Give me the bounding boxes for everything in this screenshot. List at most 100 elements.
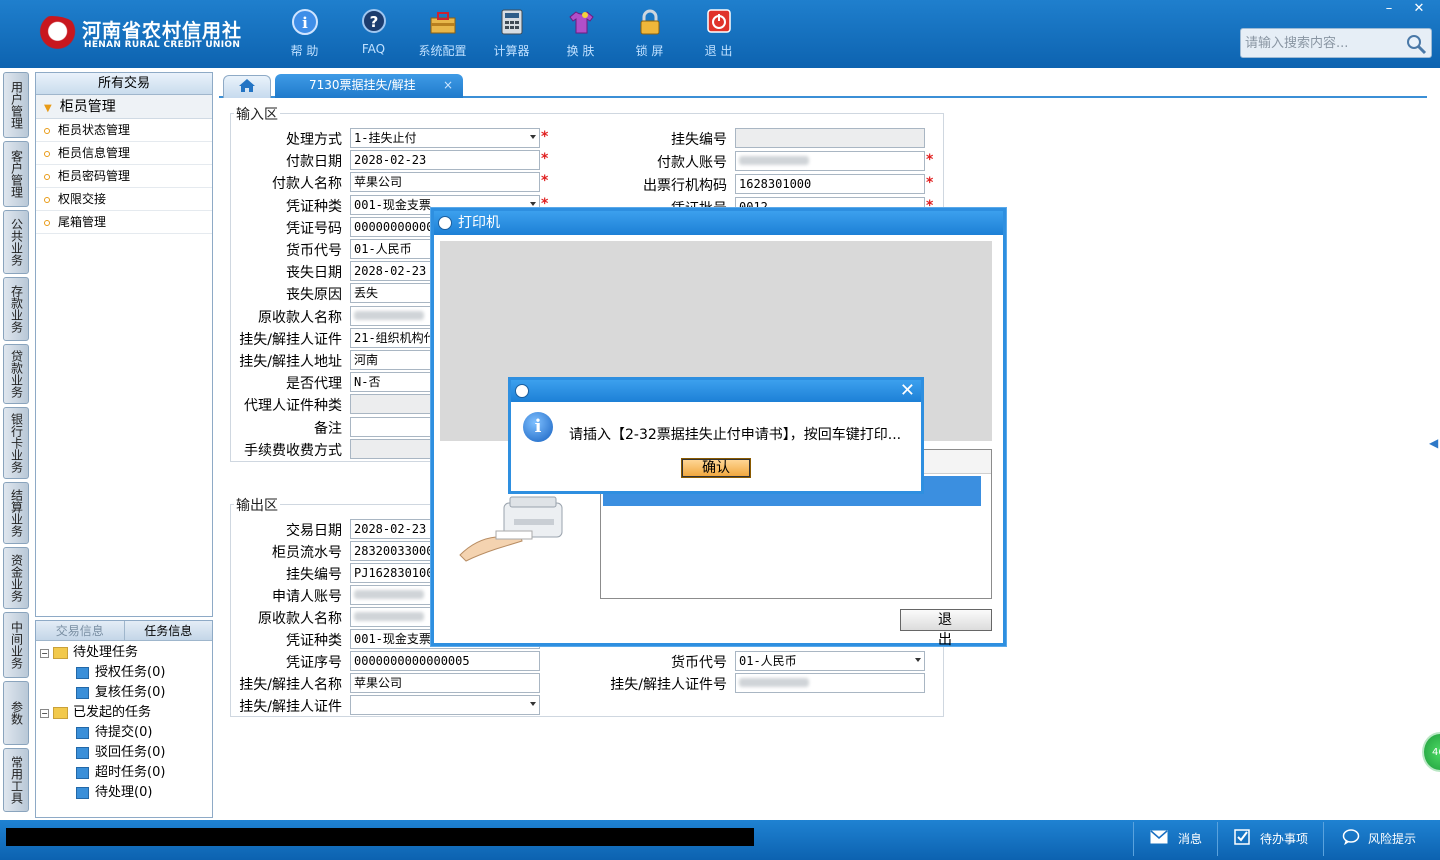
vtab-common-tools[interactable]: 常用工具 bbox=[3, 748, 29, 812]
vtab-deposit-business[interactable]: 存款业务 bbox=[3, 277, 29, 341]
lock-screen-label: 锁 屏 bbox=[635, 44, 664, 58]
tree-node-timeout[interactable]: 超时任务(0) bbox=[40, 763, 208, 783]
vtab-parameters[interactable]: 参数 bbox=[3, 681, 29, 745]
menu-item-cashbox-management[interactable]: 尾箱管理 bbox=[36, 211, 212, 234]
tree-node-rejected[interactable]: 驳回任务(0) bbox=[40, 743, 208, 763]
alert-close-icon[interactable]: ✕ bbox=[900, 380, 915, 402]
field-select[interactable]: 1-挂失止付 bbox=[350, 128, 540, 148]
vtab-user-management[interactable]: 用户管理 bbox=[3, 72, 29, 138]
collapse-icon[interactable]: − bbox=[40, 648, 49, 658]
bullet-icon bbox=[44, 150, 50, 157]
field-input[interactable]: 1628301000 bbox=[735, 174, 925, 194]
faq-button[interactable]: ? FAQ bbox=[339, 8, 408, 59]
document-tabs: 7130票据挂失/解挂 × bbox=[219, 72, 1427, 98]
status-messages-label: 消息 bbox=[1178, 831, 1203, 846]
tree-node-auth-task[interactable]: 授权任务(0) bbox=[40, 663, 208, 683]
menu-item-teller-password[interactable]: 柜员密码管理 bbox=[36, 165, 212, 188]
menu-item-label: 权限交接 bbox=[58, 192, 107, 206]
menu-group-teller-management[interactable]: ▼ 柜员管理 bbox=[36, 95, 212, 119]
field-value: 2028-02-23 bbox=[354, 264, 427, 279]
vtab-customer-management[interactable]: 客户管理 bbox=[3, 141, 29, 207]
status-messages[interactable]: 消息 bbox=[1150, 828, 1202, 848]
main-toolbar: i 帮 助 ? FAQ 系统配置 计算器 换 肤 锁 屏 退 出 bbox=[270, 8, 753, 59]
vtab-public-business[interactable]: 公共业务 bbox=[3, 210, 29, 274]
field-input[interactable]: 0000000000000005 bbox=[350, 651, 540, 671]
collapse-icon[interactable]: − bbox=[40, 708, 49, 718]
status-bar: 消息 待办事项 风险提示 bbox=[0, 820, 1440, 860]
dropdown-arrow-icon[interactable] bbox=[915, 658, 921, 662]
tab-task-info[interactable]: 任务信息 bbox=[125, 621, 213, 640]
vtab-loan-business[interactable]: 贷款业务 bbox=[3, 344, 29, 404]
module-vertical-tabs: 用户管理 客户管理 公共业务 存款业务 贷款业务 银行卡业务 结算业务 资金业务… bbox=[0, 72, 30, 815]
field-label: 挂失/解挂人证件 bbox=[239, 331, 342, 348]
field-label: 凭证号码 bbox=[286, 220, 342, 237]
dropdown-arrow-icon[interactable] bbox=[530, 702, 536, 706]
status-risk-label: 风险提示 bbox=[1368, 831, 1417, 846]
close-window-button[interactable]: ✕ bbox=[1404, 0, 1434, 18]
menu-title: 所有交易 bbox=[36, 73, 212, 95]
menu-item-teller-status[interactable]: 柜员状态管理 bbox=[36, 119, 212, 142]
search-input[interactable] bbox=[1241, 29, 1401, 57]
search-icon[interactable] bbox=[1405, 33, 1427, 59]
status-risk[interactable]: 风险提示 bbox=[1342, 828, 1416, 848]
field-input[interactable]: 苹果公司 bbox=[350, 673, 540, 693]
folder-icon bbox=[53, 707, 68, 719]
info-icon: i bbox=[523, 412, 553, 442]
output-area-legend: 输出区 bbox=[234, 495, 280, 515]
change-skin-label: 换 肤 bbox=[566, 44, 595, 58]
menu-item-teller-info[interactable]: 柜员信息管理 bbox=[36, 142, 212, 165]
field-value: 苹果公司 bbox=[354, 175, 403, 190]
field-input[interactable] bbox=[735, 128, 925, 148]
task-icon bbox=[76, 747, 89, 759]
tab-7130-bill-loss[interactable]: 7130票据挂失/解挂 × bbox=[275, 74, 463, 98]
alert-confirm-button[interactable]: 确认 bbox=[681, 458, 751, 478]
field-label: 挂失编号 bbox=[286, 567, 342, 583]
field-input[interactable] bbox=[735, 151, 925, 171]
field-label: 原收款人名称 bbox=[258, 309, 342, 326]
system-config-button[interactable]: 系统配置 bbox=[408, 8, 477, 59]
logo-title-en: HENAN RURAL CREDIT UNION bbox=[84, 40, 241, 50]
task-icon bbox=[76, 787, 89, 799]
notification-badge[interactable]: 46 bbox=[1422, 732, 1440, 772]
tab-transaction-info[interactable]: 交易信息 bbox=[36, 621, 125, 640]
menu-group-label: 柜员管理 bbox=[59, 99, 116, 115]
lock-screen-button[interactable]: 锁 屏 bbox=[615, 8, 684, 59]
field-select[interactable]: 01-人民币 bbox=[735, 651, 925, 671]
menu-item-permission-handover[interactable]: 权限交接 bbox=[36, 188, 212, 211]
dropdown-arrow-icon[interactable] bbox=[530, 135, 536, 139]
dropdown-arrow-icon[interactable] bbox=[530, 201, 536, 206]
field-input[interactable]: 2028-02-23 bbox=[350, 150, 540, 171]
field-value: N-否 bbox=[354, 375, 381, 390]
calculator-button[interactable]: 计算器 bbox=[477, 8, 546, 59]
change-skin-button[interactable]: 换 肤 bbox=[546, 8, 615, 59]
tree-node-label: 已发起的任务 bbox=[73, 705, 152, 720]
minimize-button[interactable]: – bbox=[1374, 0, 1404, 18]
vtab-fund-business[interactable]: 资金业务 bbox=[3, 547, 29, 609]
alert-titlebar: ✕ bbox=[511, 380, 921, 402]
redacted-value bbox=[739, 678, 809, 687]
logout-button[interactable]: 退 出 bbox=[684, 8, 753, 59]
tree-node-pending-process[interactable]: 待处理(0) bbox=[40, 783, 208, 803]
field-input[interactable] bbox=[735, 673, 925, 693]
tree-node-initiated[interactable]: − 已发起的任务 bbox=[40, 703, 208, 723]
status-message-bar bbox=[6, 828, 754, 846]
status-todo[interactable]: 待办事项 bbox=[1234, 828, 1308, 848]
bullet-icon bbox=[44, 173, 50, 180]
vtab-settlement-business[interactable]: 结算业务 bbox=[3, 482, 29, 544]
printer-exit-button[interactable]: 退 出 bbox=[900, 609, 992, 648]
field-select[interactable] bbox=[350, 695, 540, 715]
vtab-intermediate-business[interactable]: 中间业务 bbox=[3, 612, 29, 678]
help-button[interactable]: i 帮 助 bbox=[270, 8, 339, 59]
field-input[interactable]: 苹果公司 bbox=[350, 172, 540, 193]
tab-close-icon[interactable]: × bbox=[443, 74, 453, 96]
task-icon bbox=[76, 687, 89, 699]
vtab-bank-card-business[interactable]: 银行卡业务 bbox=[3, 407, 29, 479]
tree-node-pending[interactable]: − 待处理任务 bbox=[40, 643, 208, 663]
tree-node-review-task[interactable]: 复核任务(0) bbox=[40, 683, 208, 703]
tree-node-to-submit[interactable]: 待提交(0) bbox=[40, 723, 208, 743]
redacted-value bbox=[739, 156, 809, 165]
tab-home[interactable] bbox=[223, 75, 271, 98]
field-value: 2028-02-23 bbox=[354, 522, 427, 536]
expand-right-panel-icon[interactable]: ◀ bbox=[1429, 436, 1438, 450]
logout-label: 退 出 bbox=[704, 44, 733, 58]
